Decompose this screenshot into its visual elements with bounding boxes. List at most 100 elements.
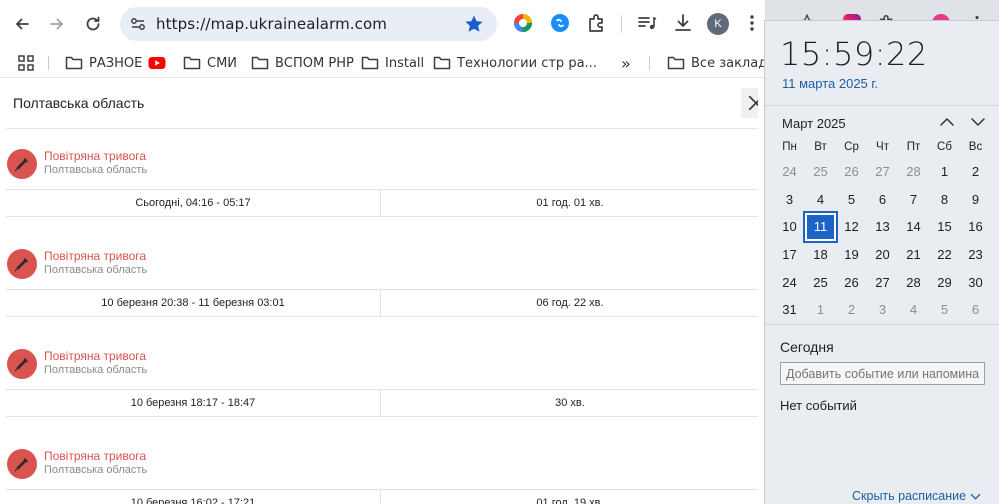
divider [765, 105, 999, 106]
hide-schedule-button[interactable]: Скрыть расписание [852, 489, 981, 503]
alert-type: Повітряна тривога [44, 149, 147, 163]
bookmark-label: СМИ [207, 55, 238, 71]
calendar-day[interactable]: 1 [929, 158, 960, 186]
calendar-day[interactable]: 7 [898, 186, 929, 214]
weekday-label: Пт [906, 141, 921, 153]
bookmark-folder-smi[interactable]: СМИ [183, 53, 237, 73]
weekday-label: Сб [937, 141, 952, 153]
bookmark-youtube[interactable] [148, 53, 172, 73]
calendar-day[interactable]: 22 [929, 241, 960, 269]
calendar-day[interactable]: 19 [836, 241, 867, 269]
bookmark-label: Технологии стр ра... [457, 55, 597, 71]
calendar-day[interactable]: 30 [960, 268, 991, 296]
forward-button[interactable] [42, 9, 72, 39]
calendar-day[interactable]: 8 [929, 186, 960, 214]
shazam-extension-icon[interactable] [549, 12, 571, 34]
page-content: Полтавська область Повітряна тривога Полт… [0, 79, 771, 504]
calendar-day[interactable]: 15 [929, 213, 960, 241]
calendar-day[interactable]: 31 [774, 296, 805, 324]
add-event-input[interactable] [780, 362, 985, 385]
bookmarks-separator [48, 56, 49, 70]
calendar-day[interactable]: 1 [805, 296, 836, 324]
media-playlist-icon[interactable] [636, 12, 658, 34]
reload-button[interactable] [78, 9, 108, 39]
calendar-day[interactable]: 18 [805, 241, 836, 269]
alert-entry[interactable]: Повітряна тривога Полтавська область 10 бе… [6, 429, 758, 504]
calendar-day[interactable]: 4 [805, 186, 836, 214]
calendar-day[interactable]: 3 [774, 186, 805, 214]
alert-duration: 06 год. 22 хв. [536, 297, 604, 309]
alert-time-row: Сьогодні, 04:16 - 05:17 01 год. 01 хв. [6, 189, 758, 217]
calendar-day-today[interactable]: 11 [803, 211, 838, 243]
alert-type: Повітряна тривога [44, 349, 147, 363]
back-button[interactable] [7, 9, 37, 39]
profile-avatar[interactable]: K [707, 13, 729, 35]
calendar-day[interactable]: 9 [960, 186, 991, 214]
alert-entry[interactable]: Повітряна тривога Полтавська область 10 бе… [6, 229, 758, 329]
calendar-day[interactable]: 5 [836, 186, 867, 214]
calendar-day[interactable]: 23 [960, 241, 991, 269]
calendar-day[interactable]: 25 [805, 268, 836, 296]
calendar-day[interactable]: 27 [867, 268, 898, 296]
site-settings-icon[interactable] [128, 14, 148, 34]
calendar-day[interactable]: 20 [867, 241, 898, 269]
calendar-day[interactable]: 29 [929, 268, 960, 296]
extensions-puzzle-icon[interactable] [586, 12, 608, 34]
bookmark-folder-raznoe[interactable]: РАЗНОЕ [65, 53, 142, 73]
url-text[interactable]: https://map.ukrainealarm.com [156, 15, 387, 33]
alert-entry[interactable]: Повітряна тривога Полтавська область Сього… [6, 129, 758, 229]
alert-entry[interactable]: Повітряна тривога Полтавська область 10 бе… [6, 329, 758, 429]
calendar-day[interactable]: 28 [898, 268, 929, 296]
calendar-day[interactable]: 3 [867, 296, 898, 324]
calendar-weekday-row: Пн Вт Ср Чт Пт Сб Вс [774, 136, 994, 158]
bookmark-folder-tech[interactable]: Технологии стр ра... [433, 53, 597, 73]
menu-kebab-icon[interactable] [741, 12, 763, 34]
previous-month-icon[interactable] [937, 113, 957, 131]
calendar-day[interactable]: 5 [929, 296, 960, 324]
alert-region: Полтавська область [44, 164, 148, 176]
calendar-day[interactable]: 24 [774, 268, 805, 296]
alert-duration: 01 год. 19 хв. [536, 497, 604, 504]
color-picker-extension-icon[interactable] [512, 12, 534, 34]
download-icon[interactable] [672, 12, 694, 34]
calendar-day[interactable]: 12 [836, 213, 867, 241]
next-month-icon[interactable] [968, 113, 988, 131]
calendar-day[interactable]: 26 [836, 268, 867, 296]
apps-grid-icon[interactable] [17, 54, 35, 72]
calendar-day[interactable]: 6 [867, 186, 898, 214]
alert-period: Сьогодні, 04:16 - 05:17 [6, 190, 381, 216]
address-bar[interactable]: https://map.ukrainealarm.com [120, 7, 497, 41]
folder-icon [183, 56, 201, 70]
calendar-day[interactable]: 13 [867, 213, 898, 241]
alert-type: Повітряна тривога [44, 449, 147, 463]
panel-header: Полтавська область [0, 79, 771, 129]
divider [765, 324, 999, 325]
calendar-day[interactable]: 16 [960, 213, 991, 241]
calendar-day[interactable]: 27 [867, 158, 898, 186]
calendar-day[interactable]: 10 [774, 213, 805, 241]
calendar-day[interactable]: 25 [805, 158, 836, 186]
calendar-month-label[interactable]: Март 2025 [782, 116, 846, 131]
calendar-day[interactable]: 17 [774, 241, 805, 269]
bookmark-folder-vspom[interactable]: ВСПОМ РНР [251, 53, 354, 73]
clock-date-link[interactable]: 11 марта 2025 г. [782, 76, 878, 91]
bookmark-star-icon[interactable] [463, 13, 485, 35]
calendar-day[interactable]: 4 [898, 296, 929, 324]
calendar-day[interactable]: 26 [836, 158, 867, 186]
calendar-day[interactable]: 28 [898, 158, 929, 186]
calendar-day[interactable]: 21 [898, 241, 929, 269]
calendar-day[interactable]: 2 [960, 158, 991, 186]
calendar-day[interactable]: 6 [960, 296, 991, 324]
bookmark-folder-install[interactable]: Install [361, 53, 424, 73]
folder-icon [433, 56, 451, 70]
calendar-day[interactable]: 24 [774, 158, 805, 186]
calendar-day[interactable]: 2 [836, 296, 867, 324]
calendar-week-row: 3456789 [774, 186, 994, 214]
missile-icon [7, 449, 37, 479]
weekday-label: Чт [876, 141, 889, 153]
events-today-heading: Сегодня [780, 339, 834, 355]
calendar-day[interactable]: 14 [898, 213, 929, 241]
folder-icon [361, 56, 379, 70]
calendar-grid: Пн Вт Ср Чт Пт Сб Вс 24 25 26 27 28 1 2 3 4 5 6 7 8 9 10 11 12 1… [774, 136, 994, 324]
bookmarks-overflow-button[interactable]: » [621, 53, 631, 73]
